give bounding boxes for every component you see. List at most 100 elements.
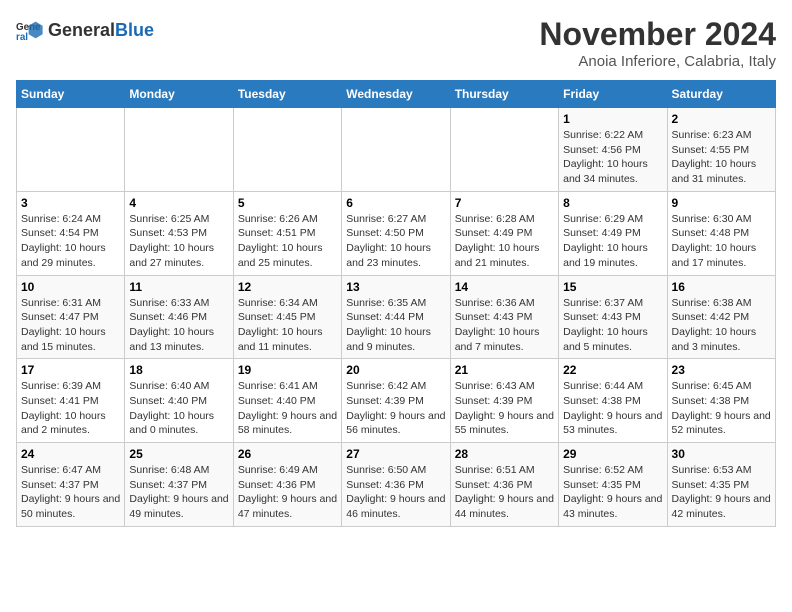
subtitle: Anoia Inferiore, Calabria, Italy — [539, 53, 776, 70]
calendar-cell — [450, 108, 558, 192]
calendar-cell: 15 Sunrise: 6:37 AM Sunset: 4:43 PM Dayli… — [559, 275, 667, 359]
day-detail: Sunrise: 6:25 AM Sunset: 4:53 PM Dayligh… — [129, 212, 228, 271]
calendar-cell — [17, 108, 125, 192]
day-detail: Sunrise: 6:49 AM Sunset: 4:36 PM Dayligh… — [238, 463, 337, 522]
calendar-table: SundayMondayTuesdayWednesdayThursdayFrid… — [16, 80, 776, 527]
calendar-week-row: 24 Sunrise: 6:47 AM Sunset: 4:37 PM Dayli… — [17, 443, 776, 527]
calendar-cell: 8 Sunrise: 6:29 AM Sunset: 4:49 PM Daylig… — [559, 191, 667, 275]
calendar-week-row: 3 Sunrise: 6:24 AM Sunset: 4:54 PM Daylig… — [17, 191, 776, 275]
calendar-cell: 17 Sunrise: 6:39 AM Sunset: 4:41 PM Dayli… — [17, 359, 125, 443]
calendar-header-friday: Friday — [559, 81, 667, 108]
day-detail: Sunrise: 6:50 AM Sunset: 4:36 PM Dayligh… — [346, 463, 445, 522]
day-detail: Sunrise: 6:28 AM Sunset: 4:49 PM Dayligh… — [455, 212, 554, 271]
logo-icon: Gene ral — [16, 16, 44, 44]
day-detail: Sunrise: 6:39 AM Sunset: 4:41 PM Dayligh… — [21, 379, 120, 438]
day-number: 2 — [672, 112, 771, 126]
calendar-cell: 13 Sunrise: 6:35 AM Sunset: 4:44 PM Dayli… — [342, 275, 450, 359]
day-detail: Sunrise: 6:29 AM Sunset: 4:49 PM Dayligh… — [563, 212, 662, 271]
calendar-cell: 7 Sunrise: 6:28 AM Sunset: 4:49 PM Daylig… — [450, 191, 558, 275]
day-detail: Sunrise: 6:51 AM Sunset: 4:36 PM Dayligh… — [455, 463, 554, 522]
calendar-week-row: 1Sunrise: 6:22 AM Sunset: 4:56 PM Daylig… — [17, 108, 776, 192]
day-number: 21 — [455, 363, 554, 377]
day-number: 15 — [563, 280, 662, 294]
day-detail: Sunrise: 6:36 AM Sunset: 4:43 PM Dayligh… — [455, 296, 554, 355]
calendar-cell: 21 Sunrise: 6:43 AM Sunset: 4:39 PM Dayli… — [450, 359, 558, 443]
calendar-cell: 29 Sunrise: 6:52 AM Sunset: 4:35 PM Dayli… — [559, 443, 667, 527]
day-number: 14 — [455, 280, 554, 294]
calendar-cell: 3 Sunrise: 6:24 AM Sunset: 4:54 PM Daylig… — [17, 191, 125, 275]
calendar-cell: 25 Sunrise: 6:48 AM Sunset: 4:37 PM Dayli… — [125, 443, 233, 527]
day-number: 25 — [129, 447, 228, 461]
calendar-header-thursday: Thursday — [450, 81, 558, 108]
page-header: Gene ral GeneralBlue November 2024 Anoia… — [16, 16, 776, 70]
calendar-header-tuesday: Tuesday — [233, 81, 341, 108]
calendar-cell: 1Sunrise: 6:22 AM Sunset: 4:56 PM Daylig… — [559, 108, 667, 192]
calendar-header-wednesday: Wednesday — [342, 81, 450, 108]
logo-blue: Blue — [115, 20, 154, 40]
calendar-cell: 24 Sunrise: 6:47 AM Sunset: 4:37 PM Dayli… — [17, 443, 125, 527]
day-detail: Sunrise: 6:24 AM Sunset: 4:54 PM Dayligh… — [21, 212, 120, 271]
day-number: 16 — [672, 280, 771, 294]
day-detail: Sunrise: 6:43 AM Sunset: 4:39 PM Dayligh… — [455, 379, 554, 438]
day-detail: Sunrise: 6:37 AM Sunset: 4:43 PM Dayligh… — [563, 296, 662, 355]
day-detail: Sunrise: 6:52 AM Sunset: 4:35 PM Dayligh… — [563, 463, 662, 522]
day-number: 20 — [346, 363, 445, 377]
calendar-header-row: SundayMondayTuesdayWednesdayThursdayFrid… — [17, 81, 776, 108]
day-detail: Sunrise: 6:40 AM Sunset: 4:40 PM Dayligh… — [129, 379, 228, 438]
day-number: 18 — [129, 363, 228, 377]
day-detail: Sunrise: 6:22 AM Sunset: 4:56 PM Dayligh… — [563, 128, 662, 187]
calendar-cell: 26 Sunrise: 6:49 AM Sunset: 4:36 PM Dayli… — [233, 443, 341, 527]
day-number: 9 — [672, 196, 771, 210]
day-number: 28 — [455, 447, 554, 461]
logo: Gene ral GeneralBlue — [16, 16, 154, 44]
day-number: 29 — [563, 447, 662, 461]
calendar-cell: 10 Sunrise: 6:31 AM Sunset: 4:47 PM Dayli… — [17, 275, 125, 359]
calendar-cell: 23Sunrise: 6:45 AM Sunset: 4:38 PM Dayli… — [667, 359, 775, 443]
day-detail: Sunrise: 6:41 AM Sunset: 4:40 PM Dayligh… — [238, 379, 337, 438]
day-number: 26 — [238, 447, 337, 461]
calendar-cell — [233, 108, 341, 192]
calendar-cell — [342, 108, 450, 192]
day-number: 24 — [21, 447, 120, 461]
day-detail: Sunrise: 6:30 AM Sunset: 4:48 PM Dayligh… — [672, 212, 771, 271]
day-detail: Sunrise: 6:35 AM Sunset: 4:44 PM Dayligh… — [346, 296, 445, 355]
calendar-cell: 4Sunrise: 6:25 AM Sunset: 4:53 PM Daylig… — [125, 191, 233, 275]
calendar-cell — [125, 108, 233, 192]
day-detail: Sunrise: 6:44 AM Sunset: 4:38 PM Dayligh… — [563, 379, 662, 438]
day-number: 30 — [672, 447, 771, 461]
day-detail: Sunrise: 6:47 AM Sunset: 4:37 PM Dayligh… — [21, 463, 120, 522]
day-detail: Sunrise: 6:48 AM Sunset: 4:37 PM Dayligh… — [129, 463, 228, 522]
day-number: 3 — [21, 196, 120, 210]
day-number: 17 — [21, 363, 120, 377]
day-number: 23 — [672, 363, 771, 377]
calendar-cell: 14 Sunrise: 6:36 AM Sunset: 4:43 PM Dayli… — [450, 275, 558, 359]
day-detail: Sunrise: 6:26 AM Sunset: 4:51 PM Dayligh… — [238, 212, 337, 271]
svg-text:ral: ral — [16, 32, 28, 43]
calendar-cell: 9 Sunrise: 6:30 AM Sunset: 4:48 PM Daylig… — [667, 191, 775, 275]
day-detail: Sunrise: 6:31 AM Sunset: 4:47 PM Dayligh… — [21, 296, 120, 355]
calendar-week-row: 17 Sunrise: 6:39 AM Sunset: 4:41 PM Dayli… — [17, 359, 776, 443]
day-number: 13 — [346, 280, 445, 294]
calendar-cell: 19Sunrise: 6:41 AM Sunset: 4:40 PM Dayli… — [233, 359, 341, 443]
calendar-week-row: 10 Sunrise: 6:31 AM Sunset: 4:47 PM Dayli… — [17, 275, 776, 359]
day-detail: Sunrise: 6:53 AM Sunset: 4:35 PM Dayligh… — [672, 463, 771, 522]
logo-general: General — [48, 20, 115, 40]
calendar-body: 1Sunrise: 6:22 AM Sunset: 4:56 PM Daylig… — [17, 108, 776, 527]
calendar-cell: 18 Sunrise: 6:40 AM Sunset: 4:40 PM Dayli… — [125, 359, 233, 443]
calendar-cell: 11Sunrise: 6:33 AM Sunset: 4:46 PM Dayli… — [125, 275, 233, 359]
calendar-header-saturday: Saturday — [667, 81, 775, 108]
calendar-cell: 16Sunrise: 6:38 AM Sunset: 4:42 PM Dayli… — [667, 275, 775, 359]
day-number: 7 — [455, 196, 554, 210]
day-number: 10 — [21, 280, 120, 294]
calendar-cell: 6Sunrise: 6:27 AM Sunset: 4:50 PM Daylig… — [342, 191, 450, 275]
day-number: 22 — [563, 363, 662, 377]
day-detail: Sunrise: 6:27 AM Sunset: 4:50 PM Dayligh… — [346, 212, 445, 271]
day-number: 8 — [563, 196, 662, 210]
day-number: 11 — [129, 280, 228, 294]
calendar-cell: 20Sunrise: 6:42 AM Sunset: 4:39 PM Dayli… — [342, 359, 450, 443]
calendar-header-sunday: Sunday — [17, 81, 125, 108]
calendar-header-monday: Monday — [125, 81, 233, 108]
calendar-cell: 5Sunrise: 6:26 AM Sunset: 4:51 PM Daylig… — [233, 191, 341, 275]
calendar-cell: 28 Sunrise: 6:51 AM Sunset: 4:36 PM Dayli… — [450, 443, 558, 527]
day-number: 27 — [346, 447, 445, 461]
